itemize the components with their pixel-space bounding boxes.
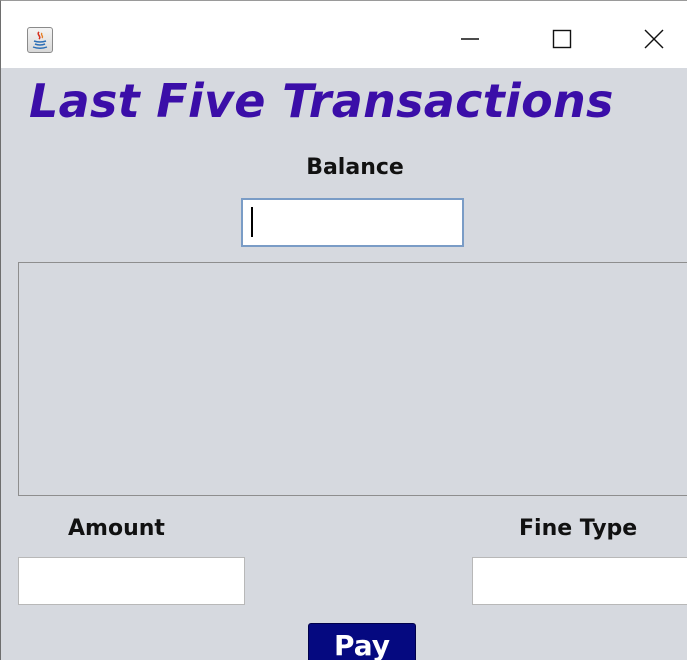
transactions-list[interactable] — [18, 262, 687, 496]
close-icon — [644, 29, 664, 49]
maximize-icon — [552, 29, 572, 49]
fine-type-input[interactable] — [472, 557, 687, 605]
pay-button[interactable]: Pay — [308, 623, 416, 660]
app-window: Last Five Transactions Balance Amount Fi… — [0, 0, 687, 660]
text-caret — [251, 207, 253, 237]
amount-label: Amount — [68, 516, 165, 541]
fine-type-label: Fine Type — [519, 516, 638, 541]
minimize-icon — [461, 38, 479, 40]
balance-label: Balance — [306, 155, 404, 180]
balance-input[interactable] — [241, 198, 464, 247]
minimize-button[interactable] — [447, 19, 493, 59]
title-bar — [1, 1, 687, 68]
amount-input[interactable] — [18, 557, 245, 605]
maximize-button[interactable] — [539, 19, 585, 59]
main-panel: Last Five Transactions Balance Amount Fi… — [1, 68, 687, 660]
page-title: Last Five Transactions — [29, 74, 614, 128]
close-button[interactable] — [631, 19, 677, 59]
java-icon[interactable] — [27, 27, 53, 53]
